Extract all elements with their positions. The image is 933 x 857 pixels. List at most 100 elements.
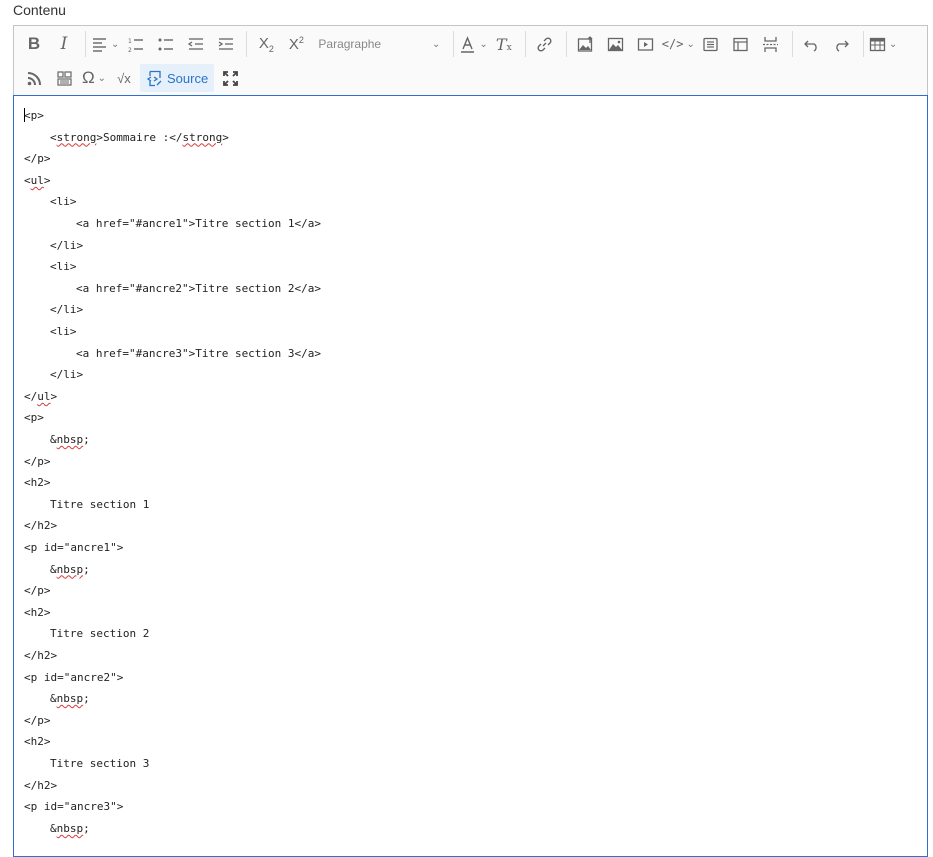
subscript-icon: X2	[258, 34, 274, 54]
rss-icon	[27, 71, 41, 85]
chevron-down-icon: ⌄	[111, 38, 120, 50]
page-break-button[interactable]	[757, 30, 785, 58]
source-button[interactable]: Source	[140, 64, 215, 92]
math-button[interactable]: √x	[110, 64, 138, 92]
chevron-down-icon: ⌄	[888, 38, 898, 50]
source-code-line: <h2>	[24, 735, 51, 749]
superscript-button[interactable]: X2	[282, 30, 310, 58]
source-code-line: <a href="#ancre2">Titre section 2</a>	[76, 281, 322, 295]
media-embed-button[interactable]	[632, 30, 660, 58]
html-embed-button[interactable]	[697, 30, 725, 58]
source-code-line: <p id="ancre2">	[24, 670, 124, 684]
remove-format-icon: Tx	[495, 34, 512, 54]
toolbar-row-1: B I ⌄ 12 X2 X2 Paragraphe ⌄ ⌄ Tx </> ⌄ ⌄	[20, 29, 899, 59]
paragraph-format-value: Paragraphe	[318, 37, 382, 51]
source-code-line: <li>	[50, 325, 77, 338]
subscript-button[interactable]: X2	[252, 30, 280, 58]
source-code-line: <p id="ancre1">	[24, 541, 124, 554]
remove-format-button[interactable]: Tx	[490, 30, 518, 58]
source-code-line: </h2>	[24, 649, 58, 662]
template-icon	[56, 70, 72, 86]
layout-button[interactable]	[727, 30, 755, 58]
link-icon	[537, 36, 552, 52]
field-label: Contenu	[13, 2, 66, 18]
numbered-list-icon: 12	[128, 38, 143, 53]
source-code-line: <a href="#ancre1">Titre section 1</a>	[76, 217, 322, 230]
italic-icon: I	[60, 34, 68, 54]
toolbar-separator	[565, 31, 567, 57]
source-code-line: </p>	[24, 713, 51, 727]
rss-button[interactable]	[20, 64, 48, 92]
superscript-icon: X2	[288, 35, 304, 53]
indent-icon	[218, 37, 233, 50]
bold-button[interactable]: B	[20, 30, 48, 58]
layout-icon	[733, 37, 749, 51]
svg-text:1: 1	[128, 38, 132, 45]
source-code-line: </ul>	[24, 389, 58, 403]
align-icon	[93, 37, 106, 52]
editor-toolbar: B I ⌄ 12 X2 X2 Paragraphe ⌄ ⌄ Tx </> ⌄ ⌄…	[13, 25, 928, 96]
image-button[interactable]	[602, 30, 630, 58]
source-code-line: &nbsp;	[50, 562, 90, 576]
source-code-line: Titre section 3	[50, 757, 150, 770]
code-block-button[interactable]: </> ⌄	[662, 30, 695, 58]
toolbar-separator	[453, 31, 455, 57]
font-color-button[interactable]: ⌄	[459, 30, 488, 58]
source-editing-area[interactable]: <p> <strong>Sommaire :</strong> </p> <ul> <l…	[13, 95, 928, 857]
undo-button[interactable]	[798, 30, 826, 58]
toolbar-separator	[524, 31, 526, 57]
outdent-button[interactable]	[181, 30, 209, 58]
source-code-line: <h2>	[24, 476, 51, 490]
media-icon	[638, 37, 654, 51]
redo-icon	[836, 40, 850, 52]
toolbar-separator	[85, 31, 86, 57]
chevron-down-icon: ⌄	[432, 38, 441, 50]
bold-icon: B	[27, 34, 41, 53]
source-code-line: <ul>	[24, 173, 51, 187]
source-code-line: <p>	[24, 109, 44, 122]
source-code-line: &nbsp;	[50, 821, 90, 835]
source-code-line: &nbsp;	[50, 692, 90, 706]
fullscreen-button[interactable]	[216, 64, 244, 92]
source-code-line: Titre section 2	[50, 627, 150, 641]
code-block-icon: </>	[661, 37, 684, 51]
italic-button[interactable]: I	[50, 30, 78, 58]
fullscreen-icon	[222, 70, 238, 86]
source-code-line: </li>	[50, 303, 84, 317]
source-code-line: </p>	[24, 584, 51, 598]
special-characters-button[interactable]: Ω ⌄	[80, 64, 108, 92]
source-code-line: Titre section 1	[50, 497, 150, 511]
toolbar-separator	[791, 31, 793, 57]
source-code-line: <h2>	[24, 605, 51, 619]
bulleted-list-button[interactable]	[151, 30, 179, 58]
source-icon	[146, 70, 162, 86]
source-code-line: <strong>Sommaire :</strong>	[50, 130, 229, 144]
table-icon	[869, 37, 886, 51]
toolbar-separator	[246, 31, 248, 57]
paragraph-format-select[interactable]: Paragraphe ⌄	[312, 30, 446, 58]
template-button[interactable]	[50, 64, 78, 92]
rich-text-editor: B I ⌄ 12 X2 X2 Paragraphe ⌄ ⌄ Tx </> ⌄ ⌄…	[13, 25, 928, 857]
link-button[interactable]	[531, 30, 559, 58]
source-code-line: <p>	[24, 411, 44, 425]
insert-table-button[interactable]: ⌄	[869, 30, 897, 58]
source-code-line: &nbsp;	[50, 433, 90, 446]
align-button[interactable]: ⌄	[91, 30, 119, 58]
image-icon	[608, 37, 624, 51]
source-code-line: </li>	[50, 238, 84, 252]
math-icon: √x	[117, 70, 131, 86]
svg-text:2: 2	[128, 47, 132, 53]
indent-button[interactable]	[211, 30, 239, 58]
chevron-down-icon: ⌄	[479, 38, 488, 50]
toolbar-separator	[862, 31, 864, 57]
upload-image-button[interactable]	[572, 30, 600, 58]
numbered-list-button[interactable]: 12	[121, 30, 149, 58]
undo-icon	[804, 40, 818, 52]
upload-image-icon	[578, 35, 593, 52]
source-code-line: </p>	[24, 152, 51, 166]
redo-button[interactable]	[828, 30, 856, 58]
chevron-down-icon: ⌄	[686, 38, 695, 50]
html-embed-icon	[703, 37, 719, 51]
source-code-line: <a href="#ancre3">Titre section 3</a>	[76, 346, 322, 360]
source-code-line: </h2>	[24, 778, 58, 792]
